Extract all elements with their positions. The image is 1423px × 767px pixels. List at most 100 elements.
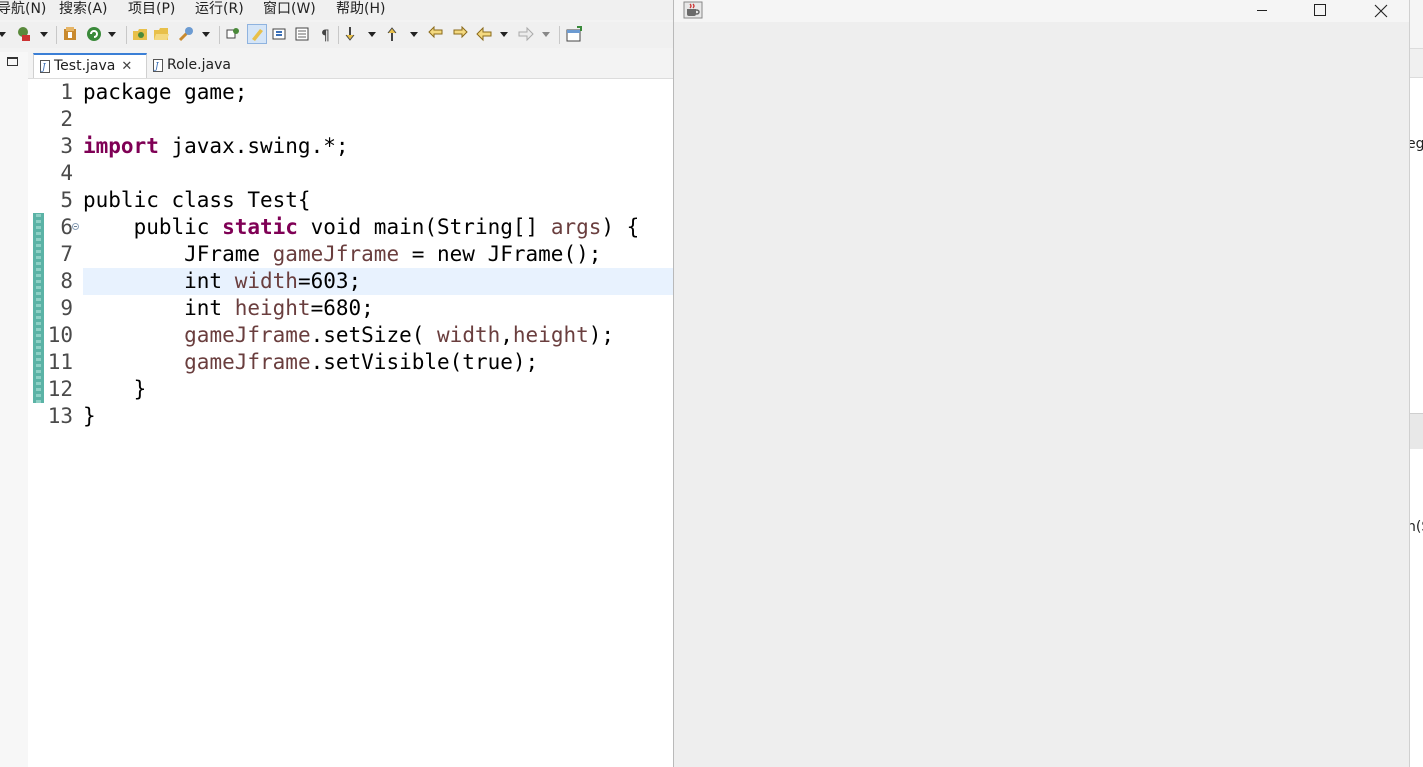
code-token: = new JFrame();	[399, 242, 602, 266]
fold-toggle-icon[interactable]	[72, 223, 79, 230]
code-line[interactable]: 13}	[28, 403, 673, 430]
run-dropdown-icon[interactable]	[106, 26, 122, 42]
menu-bar: 导航(N) 搜索(A) 项目(P) 运行(R) 窗口(W) 帮助(H)	[0, 0, 673, 20]
variable-token: args	[550, 215, 602, 239]
restore-view-icon[interactable]	[7, 57, 18, 66]
perspective-icon[interactable]	[566, 26, 582, 42]
open-folder-icon[interactable]	[153, 26, 169, 42]
code-token: );	[588, 323, 615, 347]
code-line[interactable]: 1 package game;	[28, 79, 673, 106]
prev-annotation-icon[interactable]	[386, 26, 402, 42]
editor-tabs: J Test.java ✕ J Role.java	[28, 52, 673, 79]
whitespace-icon[interactable]	[294, 26, 310, 42]
menu-navigate[interactable]: 导航(N)	[0, 0, 46, 19]
last-edit-icon[interactable]	[428, 26, 444, 42]
variable-token: gameJframe	[184, 350, 311, 374]
highlight-icon[interactable]	[247, 24, 267, 44]
keyword-token: static	[222, 215, 298, 239]
code-line[interactable]: 6 public static void main(String[] args)…	[28, 214, 673, 241]
code-line[interactable]: 11 gameJframe.setVisible(true);	[28, 349, 673, 376]
console-text-fragment: n(S	[1410, 519, 1423, 535]
line-number: 8	[60, 269, 73, 293]
next-annotation-dropdown-icon[interactable]	[366, 26, 382, 42]
external-tools-icon[interactable]	[62, 26, 78, 42]
code-token: package game;	[83, 80, 248, 104]
code-text: gameJframe.setSize( width,height);	[83, 322, 614, 349]
code-editor[interactable]: 1 package game; 2 3 import javax.swing.*; 4 5 p…	[28, 79, 673, 767]
block-select-icon[interactable]	[272, 26, 288, 42]
menu-window[interactable]: 窗口(W)	[263, 0, 316, 19]
maximize-icon	[1314, 4, 1326, 16]
code-line[interactable]: 7 JFrame gameJframe = new JFrame();	[28, 241, 673, 268]
back-dropdown-icon[interactable]	[498, 26, 514, 42]
code-text: package game;	[83, 79, 247, 106]
outline-text-fragment: eg	[1410, 136, 1423, 152]
line-number: 2	[60, 107, 73, 131]
code-token: .setSize(	[310, 323, 438, 347]
java-file-icon: J	[153, 58, 163, 72]
tab-test-java[interactable]: J Test.java ✕	[33, 53, 147, 78]
jframe-title-bar[interactable]	[674, 0, 1409, 22]
new-dropdown-arrow-icon[interactable]	[0, 26, 12, 42]
debug-icon[interactable]	[16, 26, 32, 42]
line-number: 9	[60, 296, 73, 320]
maximize-button[interactable]	[1297, 0, 1343, 22]
code-line[interactable]: 8 int width=603;	[28, 268, 673, 295]
toolbar-separator	[219, 26, 220, 44]
line-number: 5	[60, 188, 73, 212]
code-line[interactable]: 2	[28, 106, 673, 133]
svg-text:¶: ¶	[321, 28, 330, 42]
search-dropdown-icon[interactable]	[200, 26, 216, 42]
search-icon[interactable]	[178, 26, 194, 42]
pilcrow-icon[interactable]: ¶	[318, 26, 334, 42]
menu-search[interactable]: 搜索(A)	[59, 0, 108, 19]
code-token: void main(String[]	[297, 215, 551, 239]
outline-toolbar-strip	[1410, 48, 1423, 78]
variable-token: gameJframe	[272, 242, 400, 266]
variable-token: width	[234, 269, 298, 293]
code-line[interactable]: 10 gameJframe.setSize( width,height);	[28, 322, 673, 349]
code-line[interactable]: 9 int height=680;	[28, 295, 673, 322]
code-text: int width=603;	[83, 268, 361, 295]
close-button[interactable]	[1357, 0, 1403, 22]
forward-edit-icon[interactable]	[452, 26, 468, 42]
toggle-mark-icon[interactable]	[225, 26, 241, 42]
console-tab-strip	[1410, 413, 1423, 450]
outline-view-fragment: eg	[1410, 78, 1423, 413]
open-type-icon[interactable]	[132, 26, 148, 42]
next-annotation-icon[interactable]	[344, 26, 360, 42]
line-number: 12	[47, 377, 73, 401]
forward-dropdown-icon[interactable]	[540, 26, 556, 42]
forward-icon[interactable]	[518, 26, 534, 42]
menu-run[interactable]: 运行(R)	[195, 0, 244, 19]
code-line[interactable]: 12 }	[28, 376, 673, 403]
menu-help[interactable]: 帮助(H)	[336, 0, 385, 19]
debug-dropdown-icon[interactable]	[38, 26, 54, 42]
close-icon[interactable]: ✕	[121, 56, 132, 78]
variable-token: height	[234, 296, 311, 320]
code-line[interactable]: 4	[28, 160, 673, 187]
line-number: 4	[60, 161, 73, 185]
variable-token: height	[512, 323, 589, 347]
line-number: 6	[60, 215, 73, 239]
minimize-button[interactable]	[1239, 0, 1285, 22]
toolbar-separator	[559, 26, 560, 44]
back-icon[interactable]	[476, 26, 492, 42]
code-text: JFrame gameJframe = new JFrame();	[83, 241, 601, 268]
code-line[interactable]: 3 import javax.swing.*;	[28, 133, 673, 160]
jframe-content-pane	[674, 22, 1409, 767]
run-icon[interactable]	[86, 26, 102, 42]
prev-annotation-dropdown-icon[interactable]	[408, 26, 424, 42]
code-text: int height=680;	[83, 295, 374, 322]
code-token: .setVisible(true);	[310, 350, 539, 374]
menu-project[interactable]: 项目(P)	[128, 0, 175, 19]
code-token: javax.swing.*;	[158, 134, 349, 158]
jframe-window[interactable]	[673, 0, 1410, 767]
code-text: }	[83, 403, 96, 430]
code-line[interactable]: 5 public class Test{	[28, 187, 673, 214]
tab-role-java[interactable]: J Role.java	[147, 53, 267, 78]
code-token: ) {	[601, 215, 640, 239]
left-minimized-panel	[0, 52, 29, 767]
